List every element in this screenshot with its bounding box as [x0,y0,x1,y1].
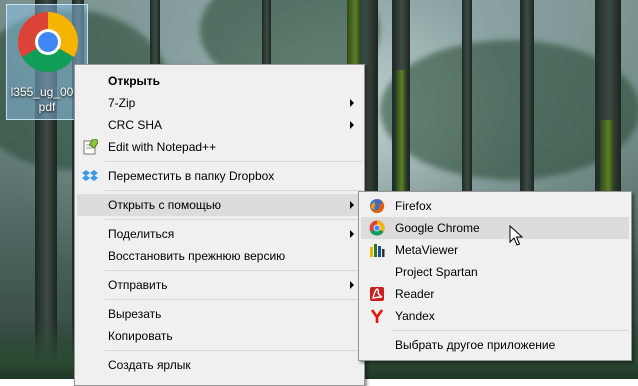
submenu-item-yandex[interactable]: Yandex [361,305,629,327]
menu-separator [392,330,629,331]
menu-item-label: Открыть с помощью [108,198,222,212]
menu-item-label: 7-Zip [108,96,136,110]
submenu-item-choose-another-app[interactable]: Выбрать другое приложение [361,334,629,356]
menu-item-send-to[interactable]: Отправить [77,274,362,296]
metaviewer-icon [370,244,385,257]
menu-item-copy[interactable]: Копировать [77,325,362,347]
menu-item-restore-previous-version[interactable]: Восстановить прежнюю версию [77,245,362,267]
submenu-arrow-icon [350,121,354,129]
menu-item-share[interactable]: Поделиться [77,223,362,245]
submenu-arrow-icon [350,201,354,209]
chrome-icon [369,220,385,236]
menu-item-7zip[interactable]: 7-Zip [77,92,362,114]
submenu-item-label: Выбрать другое приложение [395,338,556,352]
yandex-icon [370,309,384,323]
context-menu: Открыть 7-Zip CRC SHA Edit with Notepad+… [74,64,365,386]
submenu-item-metaviewer[interactable]: MetaViewer [361,239,629,261]
submenu-item-google-chrome[interactable]: Google Chrome [361,217,629,239]
chrome-icon [17,11,79,73]
menu-item-move-to-dropbox[interactable]: Переместить в папку Dropbox [77,165,362,187]
open-with-submenu: Firefox Google Chrome MetaViewer Project… [358,191,632,361]
dropbox-icon [82,170,98,181]
submenu-item-firefox[interactable]: Firefox [361,195,629,217]
firefox-icon [370,198,385,213]
submenu-item-label: Yandex [395,309,435,323]
submenu-item-reader[interactable]: Reader [361,283,629,305]
menu-item-open-with[interactable]: Открыть с помощью [77,194,362,216]
menu-item-crc-sha[interactable]: CRC SHA [77,114,362,136]
submenu-arrow-icon [350,281,354,289]
submenu-item-label: Project Spartan [395,265,478,279]
menu-item-label: Создать ярлык [108,358,191,372]
menu-item-label: Поделиться [108,227,175,241]
menu-separator [105,190,362,191]
menu-item-edit-notepad[interactable]: Edit with Notepad++ [77,136,362,158]
menu-separator [105,161,362,162]
submenu-item-label: Firefox [395,199,432,213]
menu-item-label: Копировать [108,329,173,343]
submenu-item-project-spartan[interactable]: Project Spartan [361,261,629,283]
menu-item-cut[interactable]: Вырезать [77,303,362,325]
menu-separator [105,219,362,220]
menu-item-label: CRC SHA [108,118,163,132]
menu-item-label: Вырезать [108,307,162,321]
mouse-cursor-icon [509,225,523,246]
menu-item-label: Восстановить прежнюю версию [108,249,286,263]
menu-item-label: Открыть [108,74,161,88]
submenu-arrow-icon [350,230,354,238]
notepad-plus-icon [83,139,98,155]
submenu-arrow-icon [350,99,354,107]
menu-item-label: Edit with Notepad++ [108,140,217,154]
menu-item-label: Переместить в папку Dropbox [108,169,275,183]
menu-separator [105,270,362,271]
menu-separator [105,350,362,351]
submenu-item-label: Google Chrome [395,221,480,235]
acrobat-reader-icon [370,287,384,301]
menu-item-create-shortcut[interactable]: Создать ярлык [77,354,362,376]
menu-separator [105,299,362,300]
menu-item-label: Отправить [108,278,168,292]
menu-item-open[interactable]: Открыть [77,70,362,92]
submenu-item-label: Reader [395,287,435,301]
submenu-item-label: MetaViewer [395,243,459,257]
